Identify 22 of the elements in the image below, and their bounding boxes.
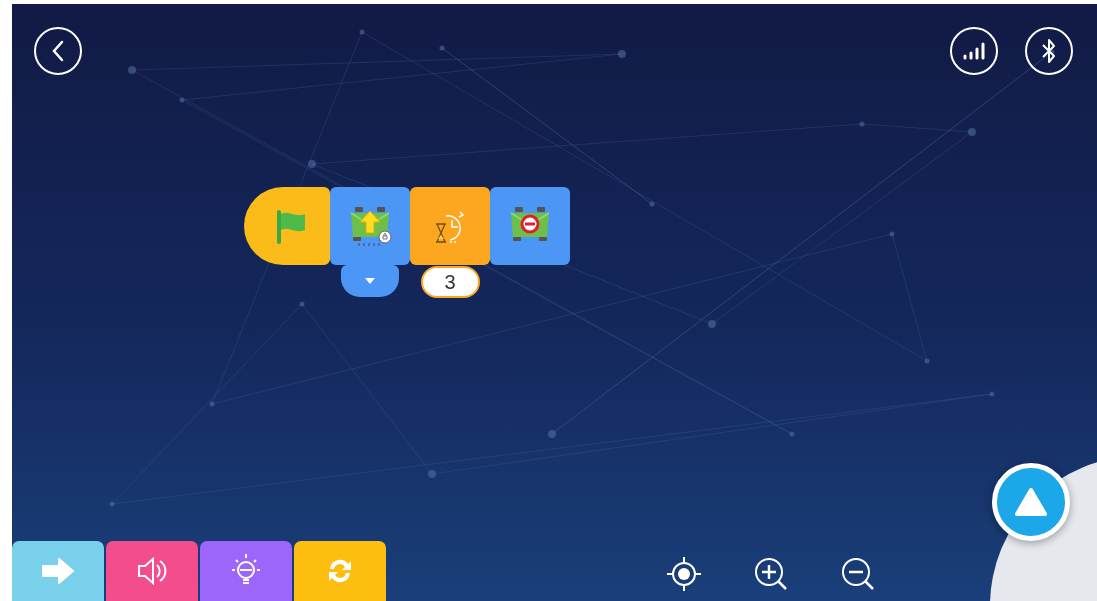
bluetooth-icon — [1041, 37, 1057, 65]
caret-icon — [364, 277, 376, 285]
speaker-icon — [135, 556, 169, 586]
dropdown-button[interactable] — [341, 265, 399, 297]
zoom-in-icon — [753, 556, 789, 592]
target-icon — [666, 556, 702, 592]
zoom-out-icon — [840, 556, 876, 592]
sound-category-tab[interactable] — [106, 541, 198, 601]
bluetooth-button[interactable] — [1025, 27, 1073, 75]
triangle-icon — [1014, 487, 1048, 517]
arrow-right-icon — [41, 557, 75, 585]
start-block[interactable] — [244, 187, 330, 265]
value-field[interactable]: 3 — [420, 266, 480, 298]
back-button[interactable] — [34, 27, 82, 75]
chevron-left-icon — [51, 40, 65, 62]
signal-icon — [962, 41, 986, 61]
stop-block[interactable] — [490, 187, 570, 265]
recenter-button[interactable] — [665, 555, 703, 593]
run-button[interactable] — [992, 463, 1070, 541]
light-category-tab[interactable] — [200, 541, 292, 601]
move-block[interactable] — [330, 187, 410, 265]
signal-button[interactable] — [950, 27, 998, 75]
